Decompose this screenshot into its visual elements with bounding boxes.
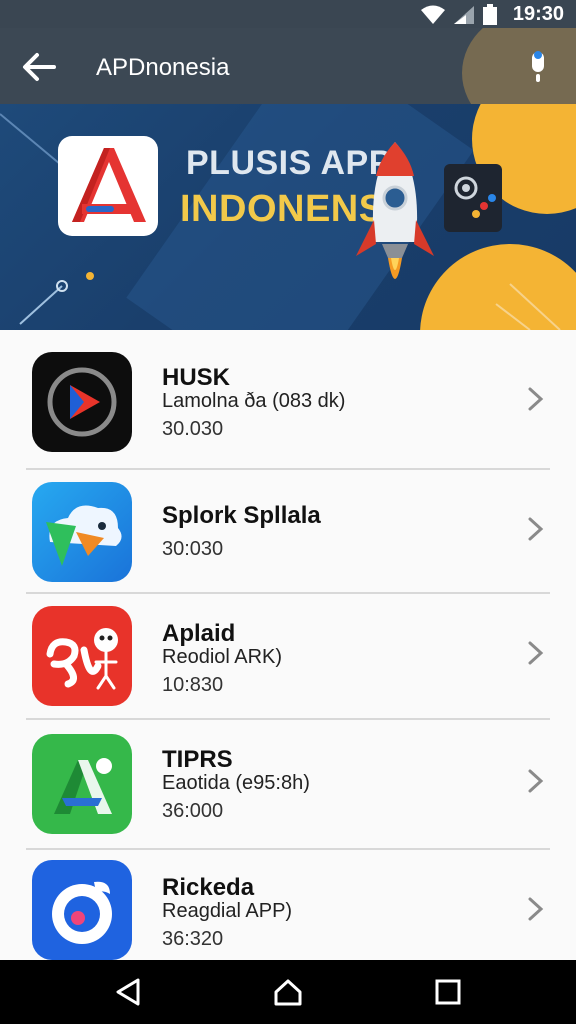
app-list: HUSK Lamolna ða (083 dk) 30.030 Splork S… xyxy=(0,330,576,960)
home-icon[interactable] xyxy=(272,976,304,1008)
app-name: TIPRS xyxy=(162,746,233,773)
app-name: Splork Spllala xyxy=(162,502,321,529)
app-subtitle: Reodiol ARK) xyxy=(162,646,283,668)
status-time: 19:30 xyxy=(512,3,564,25)
list-item[interactable]: TIPRS Eaotida (e95:8h) 36:000 xyxy=(0,720,576,848)
list-item[interactable]: Rickeda Reagdial APP) 36:320 xyxy=(0,850,576,960)
battery-icon xyxy=(483,4,497,25)
bird-circle-icon xyxy=(32,860,132,960)
app-meta: 30.030 xyxy=(162,418,224,440)
promo-banner[interactable]: PLUSIS APP INDONENSI xyxy=(0,104,576,330)
recents-icon[interactable] xyxy=(432,976,464,1008)
chevron-right-icon[interactable] xyxy=(522,384,548,414)
signal-icon xyxy=(454,6,474,24)
app-subtitle: Lamolna ða (083 dk) xyxy=(162,390,346,412)
status-icons xyxy=(420,4,498,26)
chevron-right-icon[interactable] xyxy=(522,766,548,796)
gamepad-icon xyxy=(444,164,502,232)
chevron-right-icon[interactable] xyxy=(522,638,548,668)
cloud-bird-icon xyxy=(32,482,132,582)
wifi-icon xyxy=(421,5,445,24)
app-meta: 10:830 xyxy=(162,674,224,696)
page-title: APDnonesia xyxy=(96,54,230,81)
list-item[interactable]: Aplaid Reodiol ARK) 10:830 xyxy=(0,594,576,718)
mic-icon[interactable] xyxy=(526,50,550,84)
back-arrow-icon[interactable] xyxy=(22,52,56,82)
app-name: Aplaid xyxy=(162,620,236,647)
app-meta: 36:320 xyxy=(162,928,224,950)
rocket-icon xyxy=(356,142,434,279)
app-bar: APDnonesia xyxy=(0,28,576,104)
app-subtitle: Eaotida (e95:8h) xyxy=(162,772,310,794)
letter-a-icon xyxy=(32,734,132,834)
play-icon xyxy=(32,352,132,452)
decorative-circle xyxy=(462,28,576,104)
app-name: Rickeda xyxy=(162,874,255,901)
app-name: HUSK xyxy=(162,364,231,391)
app-subtitle: Reagdial APP) xyxy=(162,900,293,922)
character-icon xyxy=(32,606,132,706)
chevron-right-icon[interactable] xyxy=(522,514,548,544)
app-logo xyxy=(58,136,158,236)
chevron-right-icon[interactable] xyxy=(522,894,548,924)
list-item[interactable]: Splork Spllala 30:030 xyxy=(0,470,576,594)
list-item[interactable]: HUSK Lamolna ða (083 dk) 30.030 xyxy=(0,330,576,468)
navigation-bar xyxy=(0,960,576,1024)
app-meta: 36:000 xyxy=(162,800,224,822)
back-triangle-icon[interactable] xyxy=(112,976,144,1008)
status-bar: 19:30 xyxy=(0,0,576,28)
app-meta: 30:030 xyxy=(162,538,224,560)
